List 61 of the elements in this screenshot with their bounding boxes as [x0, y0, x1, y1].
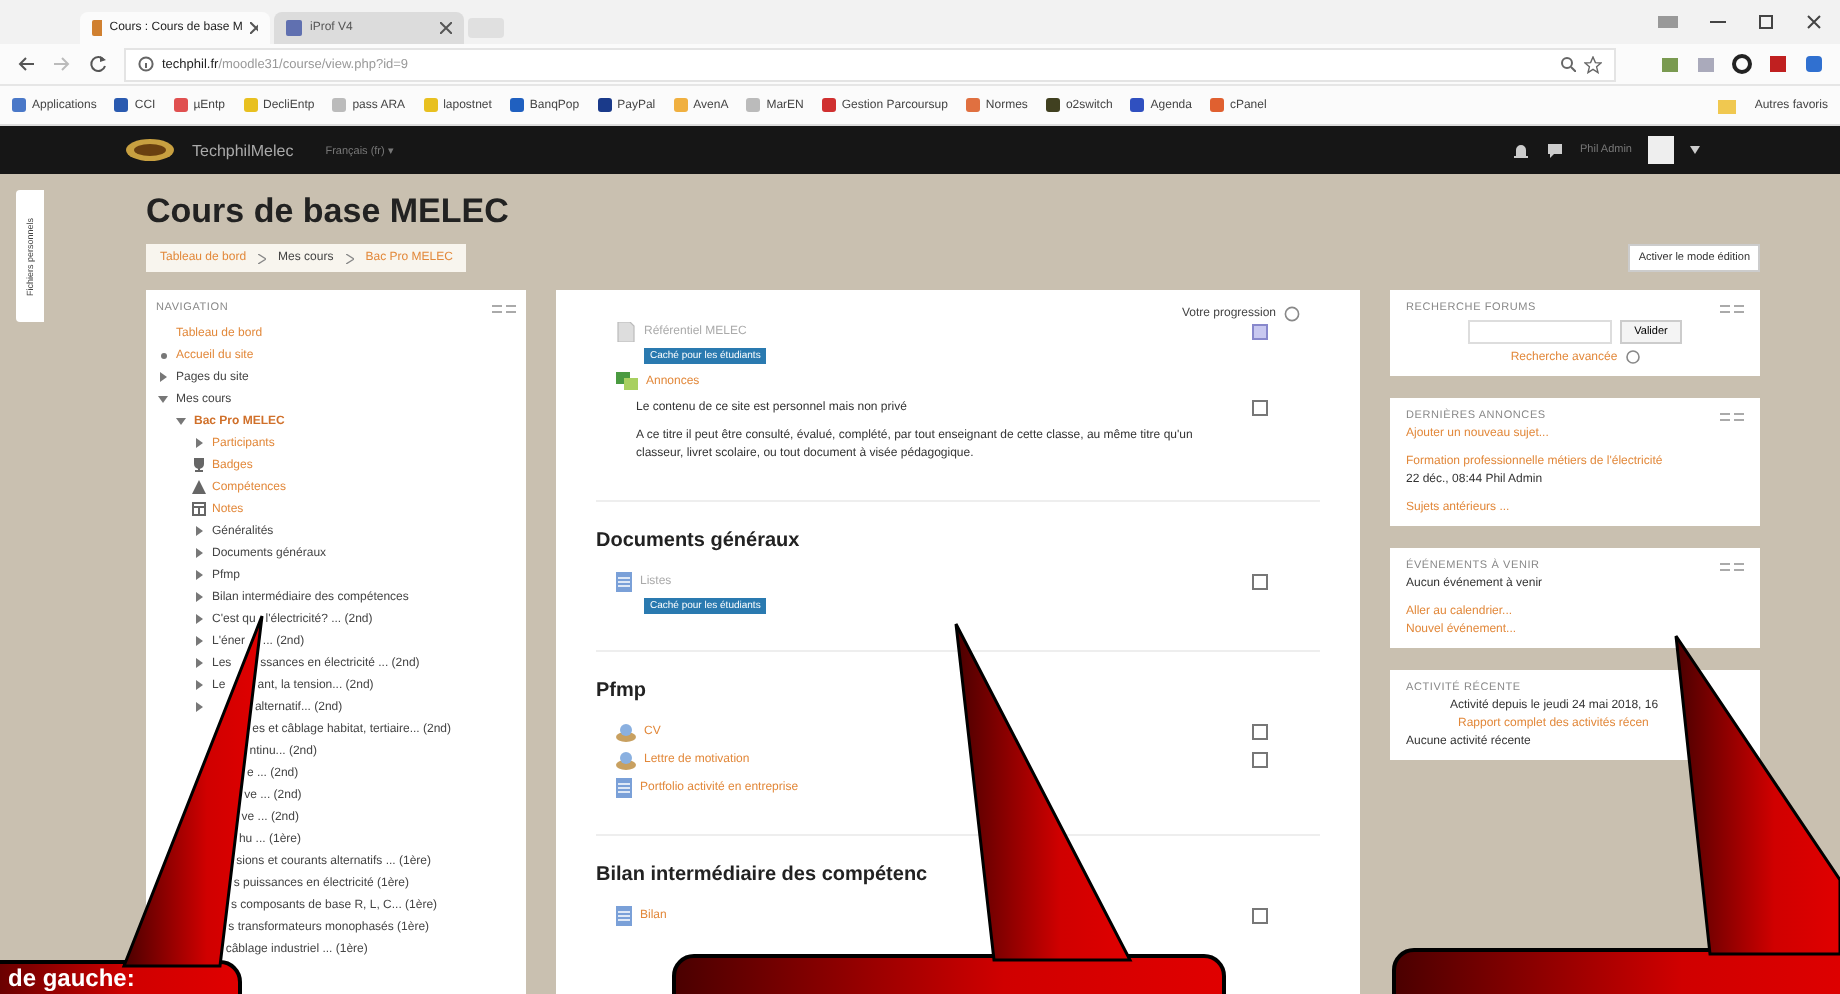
maximize-icon[interactable] — [1756, 14, 1776, 30]
expander-icon[interactable] — [194, 592, 204, 602]
separator-icon — [345, 253, 354, 263]
bullet-icon — [159, 351, 167, 359]
triangle-icon — [192, 480, 206, 494]
info-icon[interactable] — [138, 56, 154, 72]
expander-icon[interactable] — [194, 636, 204, 646]
chat-icon[interactable] — [1546, 141, 1564, 159]
close-icon[interactable] — [440, 22, 452, 34]
block-menu-icon[interactable] — [1720, 561, 1744, 571]
completion-checkbox[interactable] — [1252, 400, 1268, 416]
expander-icon[interactable] — [158, 372, 168, 382]
folder-icon — [1718, 97, 1737, 113]
expander-icon[interactable] — [194, 526, 204, 536]
help-icon[interactable] — [1625, 350, 1640, 364]
course-title: Cours de base MELEC — [146, 192, 509, 232]
expander-icon[interactable] — [194, 438, 204, 448]
block-menu-icon[interactable] — [1720, 303, 1744, 313]
completion-checkbox[interactable] — [1252, 908, 1268, 924]
page-icon — [616, 906, 632, 926]
assignment-icon — [616, 750, 636, 770]
expander-icon[interactable] — [194, 614, 204, 624]
table-icon — [192, 502, 206, 516]
section-title: Bilan intermédiaire des compétenc — [596, 864, 930, 886]
page-icon — [616, 778, 632, 798]
page-icon — [286, 20, 302, 36]
search-icon[interactable] — [1560, 56, 1576, 72]
section-title: Pfmp — [596, 680, 648, 702]
separator-icon — [258, 253, 267, 263]
forum-icon — [616, 372, 638, 392]
expander-icon[interactable] — [194, 702, 204, 712]
caret-icon[interactable] — [1690, 146, 1700, 154]
back-icon[interactable] — [16, 54, 36, 74]
expander-icon[interactable] — [194, 570, 204, 580]
star-icon[interactable] — [1584, 55, 1602, 73]
document-icon — [616, 322, 636, 342]
page-icon — [616, 572, 632, 592]
site-name[interactable]: TechphilMelec — [192, 141, 294, 159]
logo-icon[interactable] — [124, 138, 176, 162]
search-field[interactable] — [1468, 320, 1613, 344]
block-menu-icon[interactable] — [1720, 411, 1744, 421]
reload-icon[interactable] — [88, 54, 108, 74]
completion-checkbox[interactable] — [1252, 324, 1268, 340]
expander-icon[interactable] — [158, 394, 168, 404]
close-icon[interactable] — [1804, 14, 1824, 30]
completion-checkbox[interactable] — [1252, 752, 1268, 768]
completion-checkbox[interactable] — [1252, 724, 1268, 740]
help-icon[interactable] — [1284, 306, 1300, 322]
close-icon[interactable] — [250, 22, 258, 34]
completion-checkbox[interactable] — [1252, 574, 1268, 590]
expander-icon[interactable] — [194, 680, 204, 690]
assignment-icon — [616, 722, 636, 742]
expander-icon[interactable] — [194, 658, 204, 668]
page-icon — [92, 20, 102, 36]
expander-icon[interactable] — [176, 416, 186, 426]
trophy-icon — [192, 458, 206, 472]
section-title: Documents généraux — [596, 530, 802, 552]
bell-icon[interactable] — [1512, 141, 1530, 159]
expander-icon[interactable] — [194, 548, 204, 558]
callout-text: de gauche: — [8, 964, 135, 992]
block-menu-icon[interactable] — [492, 303, 516, 313]
